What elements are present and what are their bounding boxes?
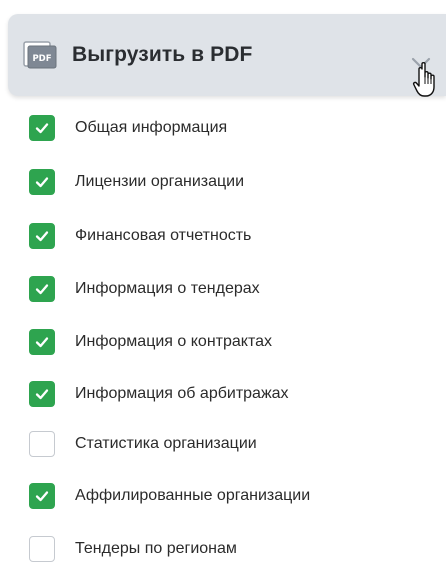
- option-checkbox[interactable]: [29, 276, 55, 302]
- option-label: Лицензии организации: [75, 173, 245, 190]
- option-checkbox[interactable]: [29, 169, 55, 195]
- option-checkbox[interactable]: [29, 483, 55, 509]
- option-checkbox[interactable]: [29, 536, 55, 562]
- option-checkbox[interactable]: [29, 381, 55, 407]
- option-checkbox[interactable]: [29, 223, 55, 249]
- option-label: Тендеры по регионам: [75, 540, 237, 557]
- option-label: Аффилированные организации: [75, 487, 311, 504]
- option-tenders-by-region[interactable]: Тендеры по регионам: [0, 524, 446, 574]
- option-contracts-info[interactable]: Информация о контрактах: [0, 317, 446, 367]
- option-label: Статистика организации: [75, 435, 257, 452]
- checkmark-icon: [35, 337, 49, 348]
- option-label: Информация о тендерах: [75, 280, 260, 297]
- export-pdf-dropdown[interactable]: PDF Выгрузить в PDF: [8, 14, 446, 96]
- option-label: Финансовая отчетность: [75, 227, 252, 244]
- option-affiliated-orgs[interactable]: Аффилированные организации: [0, 471, 446, 521]
- option-checkbox[interactable]: [29, 329, 55, 355]
- option-org-licenses[interactable]: Лицензии организации: [0, 157, 446, 207]
- checkmark-icon: [35, 389, 49, 400]
- option-arbitration-info[interactable]: Информация об арбитражах: [0, 369, 446, 419]
- svg-text:PDF: PDF: [32, 54, 51, 64]
- option-label: Информация о контрактах: [75, 333, 273, 350]
- option-checkbox[interactable]: [29, 431, 55, 457]
- checkmark-icon: [35, 231, 49, 242]
- pdf-file-icon: PDF: [22, 37, 58, 73]
- checkmark-icon: [35, 177, 49, 188]
- chevron-down-icon[interactable]: [408, 50, 434, 76]
- option-checkbox[interactable]: [29, 115, 55, 141]
- option-general-info[interactable]: Общая информация: [0, 103, 446, 153]
- option-financial-reports[interactable]: Финансовая отчетность: [0, 211, 446, 261]
- option-tenders-info[interactable]: Информация о тендерах: [0, 264, 446, 314]
- option-label: Общая информация: [75, 119, 228, 136]
- checkmark-icon: [35, 284, 49, 295]
- checkmark-icon: [35, 123, 49, 134]
- option-org-statistics[interactable]: Статистика организации: [0, 419, 446, 469]
- option-label: Информация об арбитражах: [75, 385, 289, 402]
- checkmark-icon: [35, 491, 49, 502]
- dropdown-title: Выгрузить в PDF: [72, 43, 253, 66]
